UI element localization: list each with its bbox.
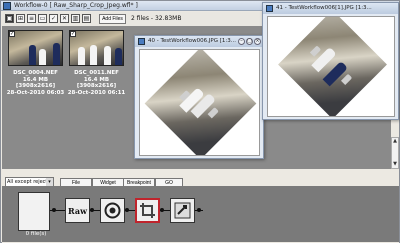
output-count: 0 file(s)	[25, 231, 47, 237]
connector-dot	[90, 208, 94, 212]
image-window-titlebar[interactable]: 41 - TestWorkflow006[1].JPG [1:3...	[263, 3, 398, 14]
image-window-40[interactable]: 40 - TestWorkflow006.JPG [1:3... – □ ×	[134, 35, 264, 159]
scroll-down-icon[interactable]: ▼	[392, 161, 398, 168]
thumbnail-checkbox[interactable]: ✓	[70, 31, 76, 37]
rotated-photo	[278, 17, 387, 116]
image-canvas[interactable]	[267, 16, 395, 117]
connector-dot	[160, 208, 164, 212]
image-window-41[interactable]: 41 - TestWorkflow006[1].JPG [1:3...	[262, 2, 399, 120]
files-count: 2 files - 32.83MB	[131, 15, 182, 22]
output-sink[interactable]	[18, 192, 50, 231]
check-icon[interactable]: ✓	[49, 14, 58, 23]
thumbnail-scrollbar[interactable]: ▲ ▼	[391, 137, 399, 169]
connector-dot	[197, 208, 201, 212]
remove-icon[interactable]: ✕	[60, 14, 69, 23]
crop-icon	[140, 203, 155, 218]
maximize-icon[interactable]: □	[246, 38, 253, 45]
connector-dot	[52, 208, 56, 212]
scroll-up-icon[interactable]: ▲	[392, 138, 398, 145]
raw-node[interactable]: Raw	[65, 198, 90, 223]
close-icon[interactable]: ×	[254, 38, 261, 45]
thumbnail-checkbox[interactable]: ✓	[9, 31, 15, 37]
toolbar: ▣ ⊞ ≡ ▭ ✓ ✕ ▥ ▤ Add Files 2 files - 32.8…	[2, 12, 264, 26]
app-icon	[3, 2, 11, 10]
rotated-photo	[144, 50, 257, 155]
thumbnail-item[interactable]: ✓ DSC_0004.NEF 16.4 MB [3908x2616] 28-Oc…	[6, 28, 65, 104]
jpeg-save-icon	[174, 202, 191, 219]
minimize-icon[interactable]: –	[238, 38, 245, 45]
thumbnail-image[interactable]	[8, 30, 63, 66]
jpeg-save-node[interactable]	[170, 198, 195, 223]
connector-dot	[125, 208, 129, 212]
crop-node[interactable]	[135, 198, 160, 223]
window-title: Workflow-0 [ Raw_Sharp_Crop_Jpeg.wfl* ]	[14, 2, 138, 9]
trash-icon[interactable]: ▥	[71, 14, 80, 23]
settings-icon[interactable]: ▤	[82, 14, 91, 23]
sharpen-node[interactable]	[100, 198, 125, 223]
thumbnail-caption: DSC_0004.NEF 16.4 MB [3908x2616] 28-Oct-…	[6, 70, 65, 96]
thumbnail-caption: DSC_0011.NEF 16.4 MB [3908x2616] 28-Oct-…	[67, 70, 126, 96]
add-files-button[interactable]: Add Files	[99, 14, 126, 24]
save-icon[interactable]: ▭	[38, 14, 47, 23]
open-icon[interactable]: ⊞	[16, 14, 25, 23]
sharpen-icon	[104, 202, 121, 219]
image-canvas[interactable]	[139, 49, 260, 156]
image-window-title: 40 - TestWorkflow006.JPG [1:3...	[148, 38, 237, 44]
image-window-title: 41 - TestWorkflow006[1].JPG [1:3...	[276, 5, 372, 11]
chevron-down-icon[interactable]: ▾	[46, 178, 53, 186]
window-icon	[138, 38, 145, 45]
window-icon	[266, 5, 273, 12]
new-icon[interactable]: ▣	[5, 14, 14, 23]
pipeline-area: 0 file(s) Raw	[2, 186, 399, 242]
image-window-titlebar[interactable]: 40 - TestWorkflow006.JPG [1:3... – □ ×	[135, 36, 263, 47]
raw-icon: Raw	[68, 206, 87, 216]
thumbnail-image[interactable]	[69, 30, 124, 66]
thumbnail-item[interactable]: ✓ DSC_0011.NEF 16.4 MB [3908x2616] 28-Oc…	[67, 28, 126, 104]
list-icon[interactable]: ≡	[27, 14, 36, 23]
